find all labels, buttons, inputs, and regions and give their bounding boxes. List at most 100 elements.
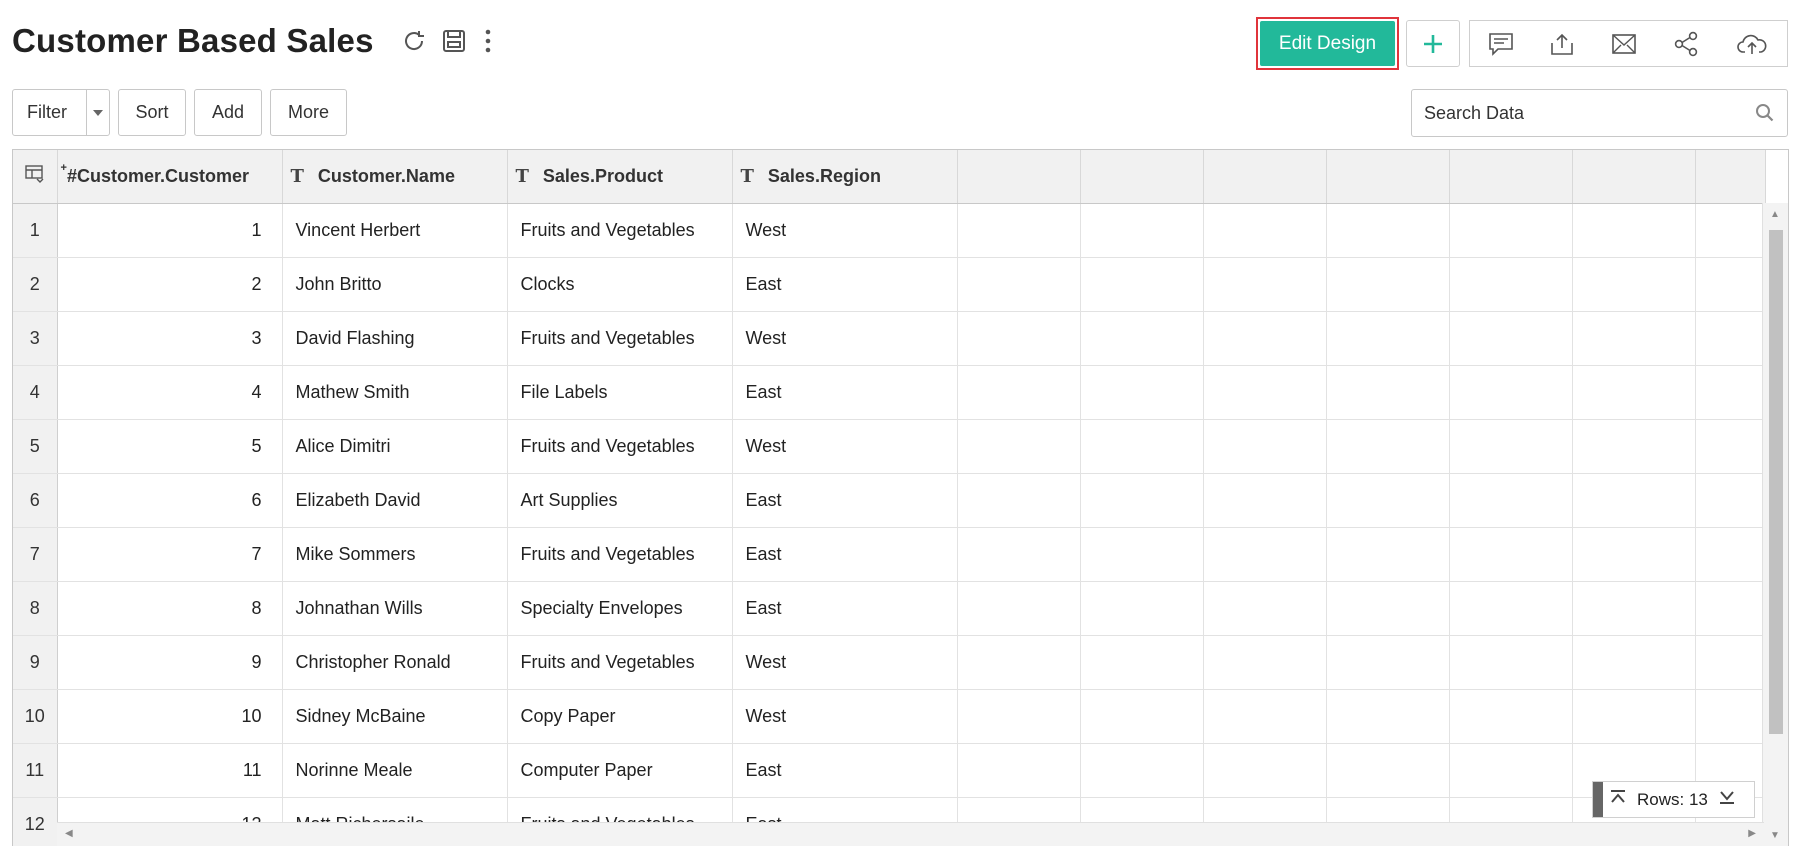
refresh-icon[interactable] <box>399 26 429 56</box>
cell-sales-region[interactable]: West <box>732 635 958 690</box>
export-button[interactable] <box>1531 20 1594 67</box>
cell-customer-name[interactable]: Norinne Meale <box>282 743 508 798</box>
cell-sales-product[interactable]: Fruits and Vegetables <box>507 635 733 690</box>
cell-customer-name[interactable]: John Britto <box>282 257 508 312</box>
scroll-right-arrow-icon[interactable]: ▶ <box>1748 828 1756 839</box>
more-button[interactable]: More <box>270 89 347 136</box>
cell-customer-id[interactable]: 11 <box>57 743 283 798</box>
row-number[interactable]: 8 <box>13 581 58 636</box>
cell-customer-id[interactable]: 9 <box>57 635 283 690</box>
filter-dropdown-chevron-icon[interactable] <box>85 90 109 135</box>
scroll-down-arrow-icon[interactable]: ▼ <box>1770 830 1780 841</box>
row-number[interactable]: 4 <box>13 365 58 420</box>
cell-customer-id[interactable]: 8 <box>57 581 283 636</box>
table-row[interactable]: 3 3 David Flashing Fruits and Vegetables Wes… <box>13 311 1766 366</box>
filter-button[interactable]: Filter <box>12 89 110 136</box>
row-number[interactable]: 11 <box>13 743 58 798</box>
cell-customer-id[interactable]: 3 <box>57 311 283 366</box>
cell-customer-id[interactable]: 2 <box>57 257 283 312</box>
cell-customer-id[interactable]: 6 <box>57 473 283 528</box>
table-row[interactable]: 7 7 Mike Sommers Fruits and Vegetables East <box>13 527 1766 582</box>
table-row[interactable]: 2 2 John Britto Clocks East <box>13 257 1766 312</box>
cell-sales-region[interactable]: East <box>732 581 958 636</box>
cell-sales-product[interactable]: Fruits and Vegetables <box>507 527 733 582</box>
table-row[interactable]: 1 1 Vincent Herbert Fruits and Vegetables We… <box>13 203 1766 258</box>
column-settings-icon[interactable] <box>25 165 45 187</box>
table-row[interactable]: 6 6 Elizabeth David Art Supplies East <box>13 473 1766 528</box>
cell-customer-id[interactable]: 7 <box>57 527 283 582</box>
cell-sales-product[interactable]: Clocks <box>507 257 733 312</box>
cell-sales-product[interactable]: File Labels <box>507 365 733 420</box>
row-number[interactable]: 2 <box>13 257 58 312</box>
scroll-to-bottom-icon[interactable] <box>1718 789 1736 810</box>
cloud-upload-button[interactable] <box>1717 20 1788 67</box>
cell-sales-product[interactable]: Fruits and Vegetables <box>507 311 733 366</box>
cell-customer-name[interactable]: Johnathan Wills <box>282 581 508 636</box>
cell-customer-id[interactable]: 4 <box>57 365 283 420</box>
cell-sales-product[interactable]: Computer Paper <box>507 743 733 798</box>
cell-customer-id[interactable]: 5 <box>57 419 283 474</box>
row-number[interactable]: 12 <box>13 797 58 846</box>
cell-sales-product[interactable]: Fruits and Vegetables <box>507 203 733 258</box>
add-button[interactable] <box>1406 20 1460 67</box>
save-icon[interactable] <box>439 26 469 56</box>
row-number[interactable]: 5 <box>13 419 58 474</box>
cell-customer-id[interactable]: 10 <box>57 689 283 744</box>
cell-sales-region[interactable]: East <box>732 743 958 798</box>
column-header-customer-id[interactable]: + #Customer.Customer <box>57 150 283 204</box>
search-icon[interactable] <box>1755 103 1775 128</box>
row-number[interactable]: 1 <box>13 203 58 258</box>
cell-sales-region[interactable]: West <box>732 689 958 744</box>
cell-customer-name[interactable]: Alice Dimitri <box>282 419 508 474</box>
column-settings-cell[interactable] <box>13 150 58 204</box>
sort-button[interactable]: Sort <box>118 89 186 136</box>
search-box[interactable] <box>1411 89 1788 137</box>
cell-customer-name[interactable]: David Flashing <box>282 311 508 366</box>
cell-customer-name[interactable]: Mathew Smith <box>282 365 508 420</box>
row-number[interactable]: 9 <box>13 635 58 690</box>
cell-sales-region[interactable]: East <box>732 527 958 582</box>
cell-sales-region[interactable]: East <box>732 473 958 528</box>
email-button[interactable] <box>1593 20 1656 67</box>
cell-sales-region[interactable]: West <box>732 311 958 366</box>
column-header-sales-region[interactable]: T Sales.Region <box>732 150 958 204</box>
cell-customer-name[interactable]: Christopher Ronald <box>282 635 508 690</box>
vertical-scrollbar[interactable]: ▲ ▼ <box>1762 203 1788 846</box>
scroll-left-arrow-icon[interactable]: ◀ <box>65 828 73 839</box>
comment-button[interactable] <box>1469 20 1532 67</box>
table-row[interactable]: 8 8 Johnathan Wills Specialty Envelopes East <box>13 581 1766 636</box>
cell-sales-product[interactable]: Art Supplies <box>507 473 733 528</box>
table-row[interactable]: 11 11 Norinne Meale Computer Paper East <box>13 743 1766 798</box>
cell-sales-region[interactable]: West <box>732 419 958 474</box>
cell-sales-product[interactable]: Copy Paper <box>507 689 733 744</box>
add-column-button[interactable]: Add <box>194 89 262 136</box>
table-row[interactable]: 10 10 Sidney McBaine Copy Paper West <box>13 689 1766 744</box>
share-button[interactable] <box>1655 20 1718 67</box>
table-row[interactable]: 9 9 Christopher Ronald Fruits and Vegetable… <box>13 635 1766 690</box>
scroll-up-arrow-icon[interactable]: ▲ <box>1770 209 1780 220</box>
cell-sales-region[interactable]: West <box>732 203 958 258</box>
cell-sales-region[interactable]: East <box>732 257 958 312</box>
cell-customer-id[interactable]: 1 <box>57 203 283 258</box>
row-number[interactable]: 3 <box>13 311 58 366</box>
vertical-scrollbar-thumb[interactable] <box>1769 230 1783 734</box>
cell-customer-name[interactable]: Sidney McBaine <box>282 689 508 744</box>
table-row[interactable]: 5 5 Alice Dimitri Fruits and Vegetables West <box>13 419 1766 474</box>
column-header-sales-product[interactable]: T Sales.Product <box>507 150 733 204</box>
collapse-tab-icon[interactable] <box>1593 782 1603 817</box>
column-header-customer-name[interactable]: T Customer.Name <box>282 150 508 204</box>
cell-customer-name[interactable]: Elizabeth David <box>282 473 508 528</box>
table-row[interactable]: 4 4 Mathew Smith File Labels East <box>13 365 1766 420</box>
cell-sales-product[interactable]: Fruits and Vegetables <box>507 419 733 474</box>
cell-customer-name[interactable]: Vincent Herbert <box>282 203 508 258</box>
row-number[interactable]: 10 <box>13 689 58 744</box>
cell-sales-region[interactable]: East <box>732 365 958 420</box>
row-number[interactable]: 6 <box>13 473 58 528</box>
scroll-to-top-icon[interactable] <box>1609 789 1627 810</box>
search-input[interactable] <box>1424 90 1744 136</box>
horizontal-scrollbar[interactable]: ◀ ▶ <box>57 822 1764 846</box>
cell-sales-product[interactable]: Specialty Envelopes <box>507 581 733 636</box>
row-number[interactable]: 7 <box>13 527 58 582</box>
cell-customer-name[interactable]: Mike Sommers <box>282 527 508 582</box>
edit-design-button[interactable]: Edit Design <box>1256 17 1399 70</box>
